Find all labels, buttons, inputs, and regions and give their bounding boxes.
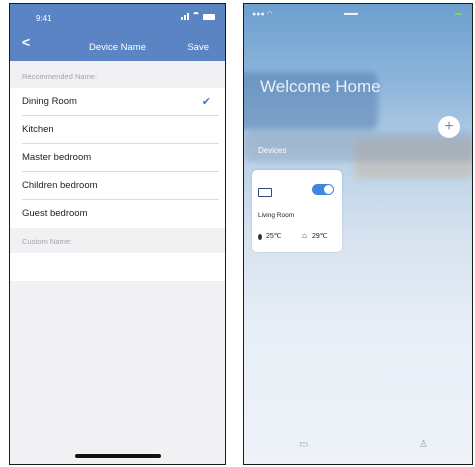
- tab-profile-icon[interactable]: ♙: [419, 439, 428, 450]
- recommended-list: Dining Room ✔ Kitchen Master bedroom Chi…: [10, 88, 225, 228]
- list-item-label: Master bedroom: [22, 152, 92, 163]
- device-card[interactable]: Living Room 25℃ ⌂ 29℃: [252, 170, 342, 252]
- list-item-label: Children bedroom: [22, 180, 98, 191]
- welcome-title: Welcome Home: [260, 77, 381, 96]
- house-icon: ⌂: [302, 231, 307, 240]
- home-indicator: [75, 454, 161, 458]
- list-item-master-bedroom[interactable]: Master bedroom: [10, 144, 225, 172]
- check-icon: ✔: [201, 96, 211, 108]
- custom-name-input[interactable]: [10, 253, 225, 281]
- set-temperature: 25℃: [266, 233, 282, 240]
- battery-icon: ▬: [455, 10, 462, 17]
- device-name: Living Room: [258, 212, 295, 219]
- navigation-bar: 9:41 < Device Name Save: [10, 4, 225, 61]
- wifi-icon: [192, 12, 200, 20]
- status-left: ●●● ◠: [252, 11, 273, 18]
- list-item-guest-bedroom[interactable]: Guest bedroom: [10, 200, 225, 228]
- power-toggle[interactable]: [312, 184, 334, 195]
- recommended-header: Recommended Name:: [22, 72, 98, 81]
- signal-icon: [181, 13, 189, 20]
- indoor-temperature: 29℃: [312, 233, 328, 240]
- list-item-label: Guest bedroom: [22, 208, 88, 219]
- status-center: ▬▬: [344, 10, 358, 17]
- save-button[interactable]: Save: [187, 42, 209, 53]
- list-item-kitchen[interactable]: Kitchen: [10, 116, 225, 144]
- thermometer-icon: [258, 234, 262, 240]
- battery-icon: [203, 14, 215, 20]
- device-name-screen: 9:41 < Device Name Save Recommended Name…: [9, 3, 226, 465]
- air-conditioner-icon: [258, 188, 272, 197]
- status-icons: [181, 12, 215, 20]
- home-screen: ●●● ◠ ▬▬ ▬ Welcome Home + Devices Living…: [243, 3, 473, 465]
- list-item-dining-room[interactable]: Dining Room ✔: [10, 88, 225, 116]
- devices-label: Devices: [258, 146, 287, 155]
- status-time: 9:41: [36, 14, 52, 23]
- custom-header: Custom Name:: [22, 237, 73, 246]
- plus-icon[interactable]: +: [438, 116, 460, 138]
- list-item-label: Dining Room: [22, 96, 77, 107]
- list-item-children-bedroom[interactable]: Children bedroom: [10, 172, 225, 200]
- tab-devices-icon[interactable]: ▭: [299, 439, 308, 450]
- list-item-label: Kitchen: [22, 124, 54, 135]
